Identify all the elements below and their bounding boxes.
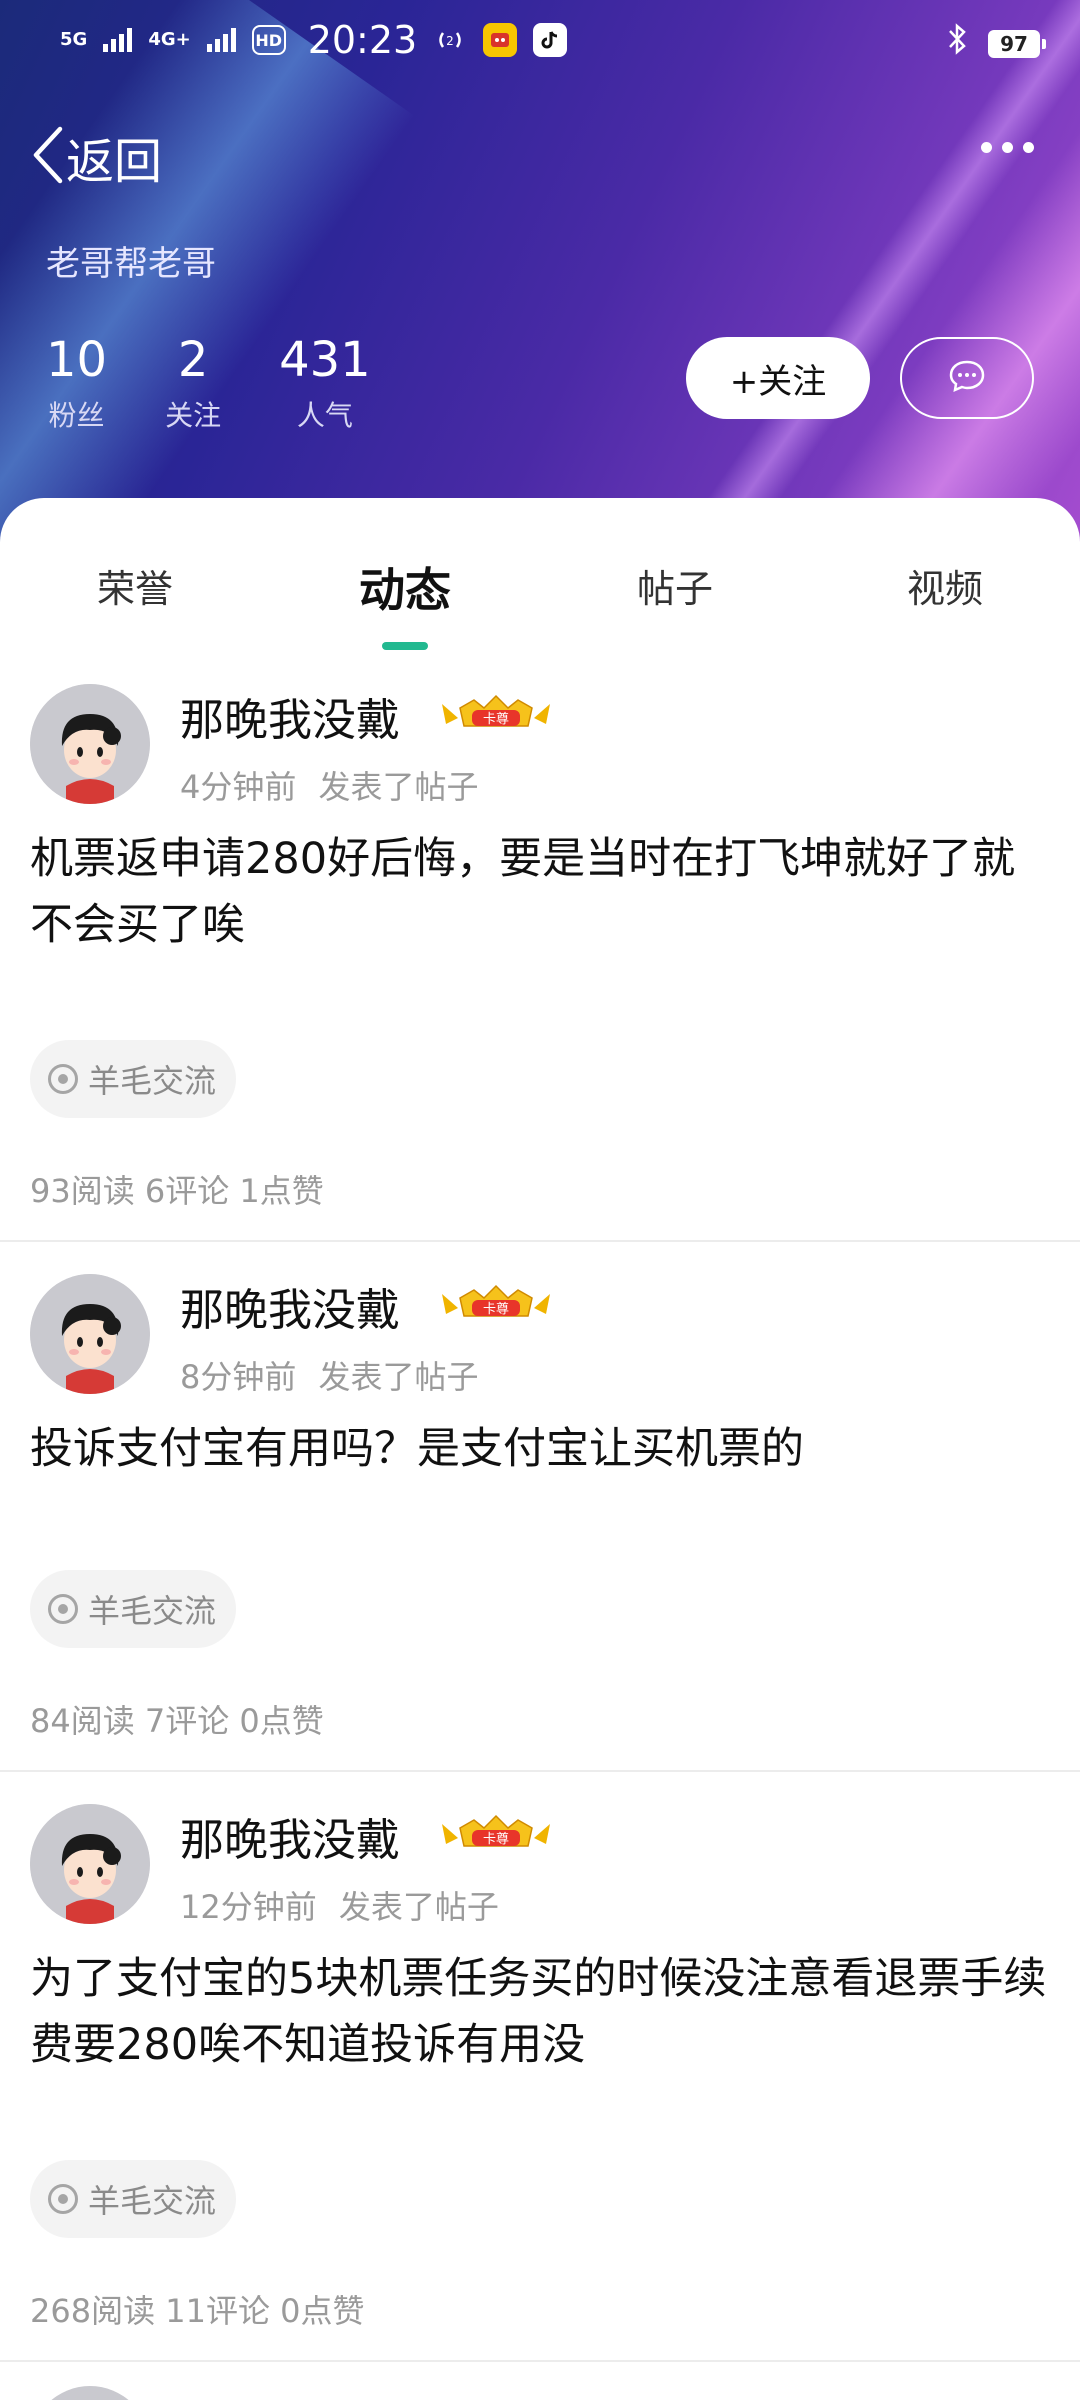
profile-username: 老哥帮老哥 — [46, 244, 216, 284]
post-time: 12分钟前 — [180, 1888, 317, 1926]
stat-label: 粉丝 — [48, 399, 105, 432]
stat-value: 10 — [46, 332, 108, 388]
author-name[interactable]: 那晚我没戴 — [180, 1274, 400, 1338]
profile-header: 5G 4G+ HD 20:23 2 97 返回 老哥帮老哥 10 粉丝 2 关注… — [0, 0, 1080, 560]
tag-label: 羊毛交流 — [88, 1062, 217, 1100]
network-4g-label: 4G+ — [148, 29, 191, 50]
target-icon — [48, 2184, 78, 2214]
badge-label: 卡尊 — [483, 1301, 509, 1317]
back-label: 返回 — [66, 134, 163, 190]
topic-tag[interactable]: 羊毛交流 — [30, 1570, 237, 1648]
crown-badge-icon: 卡尊 — [438, 694, 554, 732]
stat-popularity: 431 人气 — [279, 330, 371, 434]
post-time: 4分钟前 — [180, 768, 297, 806]
chevron-left-icon — [30, 125, 66, 189]
active-tab-indicator — [382, 642, 428, 650]
stat-label: 人气 — [296, 399, 353, 432]
post-meta: 8分钟前 发表了帖子 — [180, 1352, 479, 1398]
signal-icon — [206, 28, 236, 52]
tab-activity[interactable]: 动态 — [305, 554, 505, 620]
tiktok-icon — [533, 23, 568, 57]
next-post-avatar — [30, 2386, 150, 2400]
post-meta: 4分钟前 发表了帖子 — [180, 762, 479, 808]
avatar[interactable] — [30, 1804, 150, 1924]
nfc-icon: 2 — [433, 23, 467, 57]
author-name[interactable]: 那晚我没戴 — [180, 684, 400, 748]
signal-icon — [103, 28, 133, 52]
tag-label: 羊毛交流 — [88, 1592, 217, 1630]
more-icon[interactable] — [981, 142, 1034, 153]
post-action: 发表了帖子 — [318, 1358, 479, 1396]
status-bar: 5G 4G+ HD 20:23 2 97 — [0, 0, 1080, 84]
post-stats: 268阅读 11评论 0点赞 — [30, 2292, 365, 2330]
crown-badge-icon: 卡尊 — [438, 1284, 554, 1322]
post-body[interactable]: 机票返申请280好后悔，要是当时在打飞坤就好了就不会买了唉 — [30, 826, 1050, 958]
divider — [0, 1770, 1080, 1772]
stat-value: 2 — [177, 332, 209, 388]
topic-tag[interactable]: 羊毛交流 — [30, 2160, 237, 2238]
post-stats: 93阅读 6评论 1点赞 — [30, 1172, 324, 1210]
back-button[interactable]: 返回 — [30, 122, 162, 192]
chat-bubble-icon — [948, 358, 986, 398]
tag-label: 羊毛交流 — [88, 2182, 217, 2220]
stat-label: 关注 — [165, 399, 222, 432]
topic-tag[interactable]: 羊毛交流 — [30, 1040, 237, 1118]
stat-fans[interactable]: 10 粉丝 — [46, 330, 107, 434]
avatar[interactable] — [30, 684, 150, 804]
target-icon — [48, 1594, 78, 1624]
divider — [0, 2360, 1080, 2362]
divider — [0, 1240, 1080, 1242]
post-body[interactable]: 为了支付宝的5块机票任务买的时候没注意看退票手续费要280唉不知道投诉有用没 — [30, 1946, 1050, 2078]
tab-bar: 荣誉 动态 帖子 视频 — [0, 558, 1080, 648]
crown-badge-icon: 卡尊 — [438, 1814, 554, 1852]
badge-label: 卡尊 — [483, 1831, 509, 1847]
battery-indicator: 97 — [988, 29, 1046, 58]
target-icon — [48, 1064, 78, 1094]
bluetooth-icon — [946, 22, 968, 65]
post-action: 发表了帖子 — [318, 768, 479, 806]
post-time: 8分钟前 — [180, 1358, 297, 1396]
avatar[interactable] — [30, 1274, 150, 1394]
tab-posts[interactable]: 帖子 — [575, 558, 775, 613]
post-meta: 12分钟前 发表了帖子 — [180, 1882, 499, 1928]
hd-icon: HD — [251, 25, 286, 55]
clock: 20:23 — [307, 18, 418, 62]
stat-following[interactable]: 2 关注 — [165, 330, 221, 434]
post-stats: 84阅读 7评论 0点赞 — [30, 1702, 324, 1740]
tab-videos[interactable]: 视频 — [845, 558, 1045, 613]
author-name[interactable]: 那晚我没戴 — [180, 1804, 400, 1868]
svg-text:2: 2 — [446, 34, 454, 48]
follow-button[interactable]: +关注 — [686, 337, 870, 419]
tab-honors[interactable]: 荣誉 — [35, 558, 235, 613]
post-body[interactable]: 投诉支付宝有用吗？是支付宝让买机票的 — [30, 1416, 1050, 1482]
stat-value: 431 — [279, 332, 371, 388]
network-5g-label: 5G — [60, 29, 88, 50]
badge-label: 卡尊 — [483, 711, 509, 727]
message-button[interactable] — [900, 337, 1034, 419]
post-action: 发表了帖子 — [338, 1888, 499, 1926]
profile-stats: 10 粉丝 2 关注 431 人气 — [46, 330, 371, 434]
game-app-icon — [483, 23, 518, 57]
